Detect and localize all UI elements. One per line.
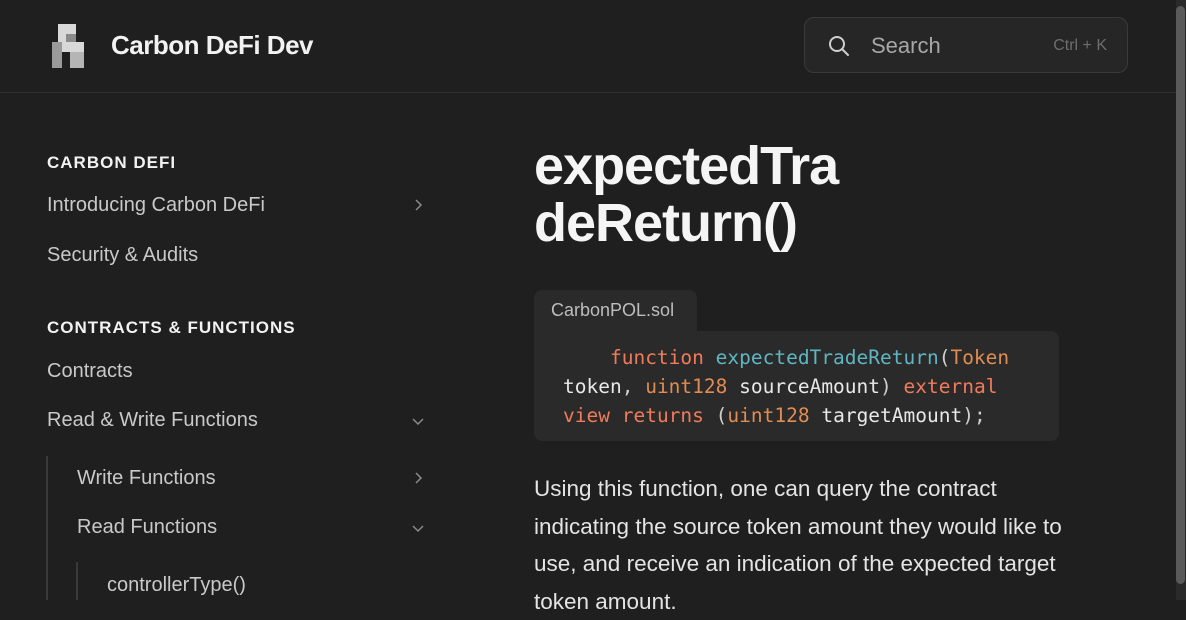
code-type: uint128 [727,404,810,427]
code-identifier: sourceAmount [739,375,881,398]
sidebar-item-label: Security & Audits [47,244,199,266]
sidebar-item-introducing-carbon-defi[interactable]: Introducing Carbon DeFi [47,194,437,217]
sidebar-item-contracts[interactable]: Contracts [47,360,133,383]
chevron-right-icon [415,199,423,211]
chevron-right-icon [415,472,423,484]
code-file-tab[interactable]: CarbonPOL.sol [534,290,697,332]
code-punct: ( [715,404,728,427]
code-keyword: view [563,404,610,427]
sidebar-section-title: CONTRACTS & FUNCTIONS [47,318,296,337]
sidebar-item-controllertype[interactable]: controllerType() [107,574,246,597]
sidebar-item-label: Contracts [47,360,133,382]
sidebar-item-write-functions[interactable]: Write Functions [77,467,437,490]
sidebar-item-label: controllerType() [107,574,246,596]
sidebar-item-label: Read & Write Functions [47,409,258,431]
page-scrollbar-thumb[interactable] [1176,6,1185,584]
code-punct: , [621,375,634,398]
sidebar-item-label: Read Functions [77,516,218,538]
sidebar-item-read-functions[interactable]: Read Functions [77,516,437,539]
code-keyword: external [903,375,998,398]
description-paragraph: Using this function, one can query the c… [534,476,1062,614]
code-punct: ( [938,346,951,369]
code-punct: ); [962,404,986,427]
code-type: uint128 [645,375,728,398]
search-shortcut-hint: Ctrl + K [1053,37,1107,54]
nav-tree-guide [76,562,78,600]
code-type: Token [950,346,1010,369]
code-keyword: function [609,346,704,369]
sidebar-section-title: CARBON DEFI [47,153,177,172]
search-icon [829,36,849,56]
search-placeholder: Search [871,33,941,58]
chevron-down-icon [412,418,424,426]
code-keyword: returns [621,404,704,427]
sidebar-item-label: Introducing Carbon DeFi [47,194,265,216]
carbon-defi-logo-icon[interactable] [50,22,90,70]
page-title: expectedTradeReturn() [534,136,839,253]
code-function-name: expectedTradeReturn [715,346,939,369]
code-block: function expectedTradeReturn(Token token… [534,331,1059,441]
sidebar-item-read-write-functions[interactable]: Read & Write Functions [47,409,437,432]
nav-tree-guide [46,456,48,600]
code-identifier: token [563,375,622,398]
sidebar-nav: CARBON DEFI Introducing Carbon DeFi Secu… [0,94,440,600]
code-identifier: targetAmount [821,404,963,427]
code-punct: ) [880,375,892,398]
sidebar-item-security-audits[interactable]: Security & Audits [47,244,198,267]
sidebar-item-label: Write Functions [77,467,216,489]
chevron-down-icon [412,525,424,533]
main-content: expectedTradeReturn() CarbonPOL.sol func… [534,94,1154,614]
site-title[interactable]: Carbon DeFi Dev [111,30,314,61]
top-header: Carbon DeFi Dev Search Ctrl + K [0,0,1176,93]
search-button[interactable]: Search Ctrl + K [804,17,1128,73]
